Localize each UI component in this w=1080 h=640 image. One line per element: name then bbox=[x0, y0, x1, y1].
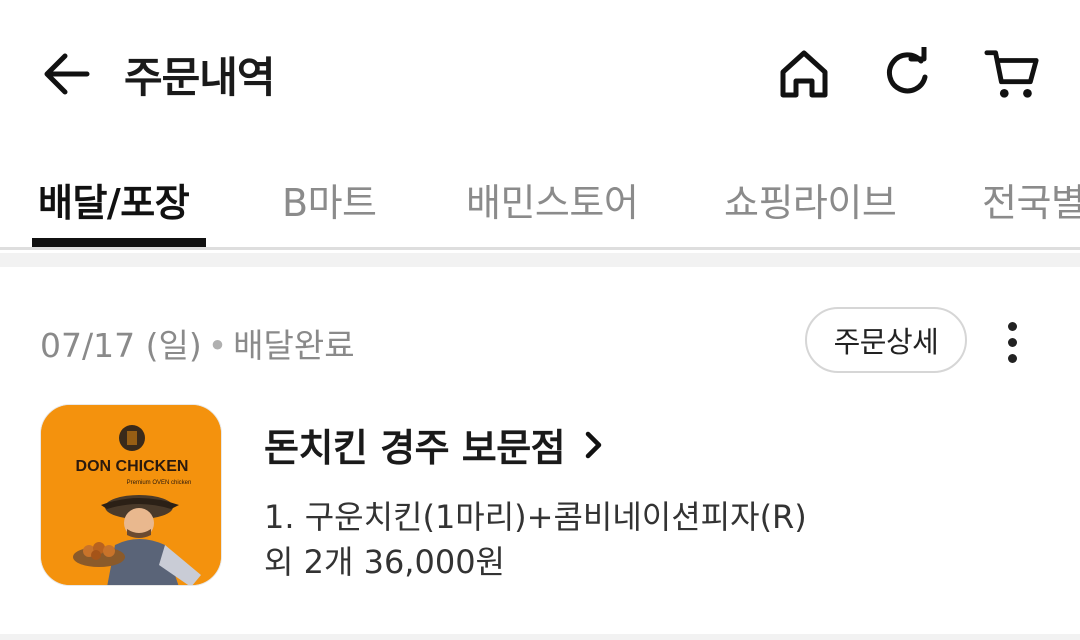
tab-baemin-store[interactable]: 배민스토어 bbox=[466, 172, 639, 227]
order-date: 07/17 (일) bbox=[40, 326, 202, 365]
tab-delivery-pickup[interactable]: 배달/포장 bbox=[38, 172, 190, 227]
store-name: 돈치킨 경주 보문점 bbox=[264, 426, 566, 470]
tab-b-mart[interactable]: B마트 bbox=[282, 172, 377, 227]
active-tab-indicator bbox=[32, 238, 206, 247]
order-item-line: 1. 구운치킨(1마리)+콤비네이션피자(R) bbox=[264, 498, 807, 536]
more-options-button[interactable] bbox=[990, 317, 1034, 367]
home-icon bbox=[780, 50, 828, 98]
chevron-right-icon bbox=[583, 430, 605, 460]
store-logo[interactable]: DON CHICKEN Premium OVEN chicken bbox=[40, 404, 222, 586]
top-app-bar: 주문내역 bbox=[0, 0, 1080, 140]
cart-icon bbox=[984, 50, 1039, 98]
cart-button[interactable] bbox=[984, 44, 1040, 104]
home-button[interactable] bbox=[776, 44, 832, 104]
arrow-left-icon bbox=[44, 53, 90, 95]
more-dot bbox=[1007, 321, 1017, 331]
tab-nationwide[interactable]: 전국별 bbox=[982, 172, 1080, 227]
separator-dot: • bbox=[207, 326, 228, 365]
order-category-tabs: 배달/포장 B마트 배민스토어 쇼핑라이브 전국별 bbox=[0, 150, 1080, 250]
order-meta: 07/17 (일) • 배달완료 bbox=[40, 319, 355, 367]
refresh-icon bbox=[887, 47, 928, 94]
page-title: 주문내역 bbox=[124, 53, 276, 102]
order-total-line: 외 2개 36,000원 bbox=[264, 543, 505, 581]
order-items-summary: 1. 구운치킨(1마리)+콤비네이션피자(R) 외 2개 36,000원 bbox=[264, 495, 807, 585]
more-dot bbox=[1007, 337, 1017, 347]
back-button[interactable] bbox=[36, 46, 96, 102]
store-name-link[interactable]: 돈치킨 경주 보문점 bbox=[264, 417, 605, 472]
don-chicken-logo-image: DON CHICKEN Premium OVEN chicken bbox=[41, 405, 221, 585]
logo-tagline-text: Premium OVEN chicken bbox=[127, 480, 192, 486]
refresh-button[interactable] bbox=[880, 44, 936, 104]
order-detail-button[interactable]: 주문상세 bbox=[805, 307, 967, 373]
order-card: 07/17 (일) • 배달완료 주문상세 DON CHICKEN Premium … bbox=[0, 267, 1080, 640]
more-dot bbox=[1007, 353, 1017, 363]
card-bottom-divider bbox=[0, 634, 1080, 640]
order-status: 배달완료 bbox=[233, 326, 355, 365]
tab-shopping-live[interactable]: 쇼핑라이브 bbox=[724, 172, 897, 227]
section-divider bbox=[0, 253, 1080, 267]
logo-brand-text: DON CHICKEN bbox=[76, 458, 189, 475]
